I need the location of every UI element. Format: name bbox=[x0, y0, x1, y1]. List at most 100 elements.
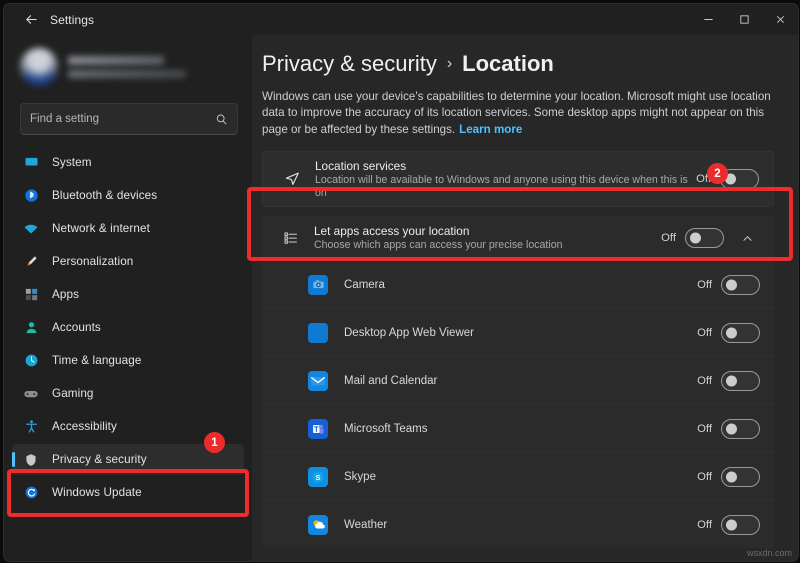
sidebar-item-personalization[interactable]: Personalization bbox=[12, 246, 244, 277]
app-toggle[interactable] bbox=[721, 514, 760, 535]
app-toggle[interactable] bbox=[721, 370, 760, 391]
annotation-badge-1: 1 bbox=[204, 432, 225, 453]
accessibility-icon bbox=[20, 419, 42, 434]
sidebar-item-apps[interactable]: Apps bbox=[12, 279, 244, 310]
personalization-icon bbox=[20, 254, 42, 270]
profile-name bbox=[68, 56, 164, 65]
sidebar-item-accounts[interactable]: Accounts bbox=[12, 312, 244, 343]
sidebar-item-label: Time & language bbox=[52, 354, 142, 367]
back-button[interactable] bbox=[16, 8, 46, 32]
network-icon bbox=[20, 221, 42, 237]
windows-update-icon bbox=[20, 485, 42, 500]
settings-cards: Location services Location will be avail… bbox=[262, 151, 798, 549]
app-toggle-group[interactable]: Off bbox=[697, 370, 760, 391]
shield-icon bbox=[20, 453, 42, 467]
user-profile[interactable] bbox=[20, 41, 252, 93]
sidebar-item-label: Apps bbox=[52, 288, 80, 301]
app-toggle-group[interactable]: Off bbox=[697, 418, 760, 439]
sidebar-item-network-internet[interactable]: Network & internet bbox=[12, 213, 244, 244]
location-services-title: Location services bbox=[315, 158, 407, 173]
camera-app-icon bbox=[308, 274, 328, 295]
app-name: Camera bbox=[344, 278, 385, 291]
microsoft-teams-app-icon bbox=[308, 418, 328, 439]
app-toggle-state: Off bbox=[697, 278, 712, 291]
toggle-knob bbox=[726, 423, 737, 435]
app-toggle-state: Off bbox=[697, 374, 712, 387]
sidebar-item-label: Accounts bbox=[52, 321, 101, 334]
system-icon bbox=[20, 155, 42, 170]
app-toggle-state: Off bbox=[697, 470, 712, 483]
sidebar-nav: System Bluetooth & devices Network & int… bbox=[4, 147, 252, 510]
toggle-knob bbox=[726, 519, 737, 531]
app-toggle-state: Off bbox=[697, 326, 712, 339]
location-services-text: Location services Location will be avail… bbox=[315, 159, 696, 200]
toggle-knob bbox=[690, 232, 701, 244]
sidebar-item-label: Bluetooth & devices bbox=[52, 189, 158, 202]
sidebar-item-label: Privacy & security bbox=[52, 453, 147, 466]
apps-access-group: Let apps access your location Choose whi… bbox=[262, 216, 774, 549]
app-toggle-group[interactable]: Off bbox=[697, 466, 760, 487]
list-icon bbox=[278, 230, 304, 246]
app-toggle-state: Off bbox=[697, 422, 712, 435]
app-row-desktop-app-web-viewer[interactable]: Desktop App Web Viewer Off bbox=[262, 309, 774, 358]
app-row-mail-and-calendar[interactable]: Mail and Calendar Off bbox=[262, 357, 774, 406]
apps-access-toggle-group[interactable]: Off bbox=[661, 228, 724, 249]
sidebar-item-label: Windows Update bbox=[52, 486, 142, 499]
app-toggle-group[interactable]: Off bbox=[697, 322, 760, 343]
sidebar-item-label: Gaming bbox=[52, 387, 94, 400]
learn-more-link[interactable]: Learn more bbox=[459, 123, 522, 136]
app-toggle[interactable] bbox=[721, 322, 760, 343]
app-name: Microsoft Teams bbox=[344, 422, 428, 435]
apps-access-toggle[interactable] bbox=[685, 228, 724, 249]
app-row-microsoft-teams[interactable]: Microsoft Teams Off bbox=[262, 405, 774, 454]
window-controls bbox=[690, 4, 798, 35]
sidebar-item-label: Accessibility bbox=[52, 420, 117, 433]
main-content: Privacy & security › Location Windows ca… bbox=[252, 35, 798, 561]
profile-text bbox=[68, 56, 186, 78]
svg-text:S: S bbox=[315, 473, 320, 482]
toggle-knob bbox=[726, 471, 737, 483]
sidebar-item-windows-update[interactable]: Windows Update bbox=[12, 477, 244, 508]
profile-email bbox=[68, 70, 186, 78]
app-name: Desktop App Web Viewer bbox=[344, 326, 474, 339]
app-row-skype[interactable]: S Skype Off bbox=[262, 453, 774, 502]
app-toggle[interactable] bbox=[721, 274, 760, 295]
app-row-camera[interactable]: Camera Off bbox=[262, 261, 774, 310]
breadcrumb: Privacy & security › Location bbox=[262, 51, 798, 77]
maximize-icon bbox=[739, 15, 749, 24]
sidebar-item-gaming[interactable]: Gaming bbox=[12, 378, 244, 409]
app-toggle[interactable] bbox=[721, 418, 760, 439]
sidebar-item-time-language[interactable]: Time & language bbox=[12, 345, 244, 376]
selection-indicator bbox=[12, 452, 15, 467]
location-services-card[interactable]: Location services Location will be avail… bbox=[262, 151, 774, 208]
search-box[interactable] bbox=[20, 103, 238, 135]
breadcrumb-root-link[interactable]: Privacy & security bbox=[262, 51, 437, 77]
app-toggle-group[interactable]: Off bbox=[697, 514, 760, 535]
apps-access-header[interactable]: Let apps access your location Choose whi… bbox=[262, 216, 774, 262]
app-toggle-group[interactable]: Off bbox=[697, 274, 760, 295]
close-button[interactable] bbox=[762, 4, 798, 35]
accounts-icon bbox=[20, 320, 42, 335]
apps-access-toggle-state: Off bbox=[661, 232, 676, 245]
chevron-up-icon[interactable] bbox=[734, 225, 760, 251]
app-toggle[interactable] bbox=[721, 466, 760, 487]
app-toggle-state: Off bbox=[697, 518, 712, 531]
sidebar-item-system[interactable]: System bbox=[12, 147, 244, 178]
close-icon bbox=[776, 15, 784, 24]
settings-window: Settings Find a setting System Bluetooth… bbox=[3, 3, 799, 562]
maximize-button[interactable] bbox=[726, 4, 762, 35]
app-row-weather[interactable]: Weather Off bbox=[262, 501, 774, 548]
gaming-icon bbox=[20, 386, 42, 402]
apps-access-text: Let apps access your location Choose whi… bbox=[314, 224, 661, 252]
apps-access-subtitle: Choose which apps can access your precis… bbox=[314, 239, 563, 252]
minimize-button[interactable] bbox=[690, 4, 726, 35]
app-name: Skype bbox=[344, 470, 376, 483]
watermark: wsxdn.com bbox=[746, 548, 792, 558]
skype-app-icon: S bbox=[308, 466, 328, 487]
sidebar-item-label: Personalization bbox=[52, 255, 134, 268]
sidebar-item-label: Network & internet bbox=[52, 222, 150, 235]
toggle-knob bbox=[726, 279, 737, 291]
sidebar-item-bluetooth-devices[interactable]: Bluetooth & devices bbox=[12, 180, 244, 211]
search-input[interactable] bbox=[30, 113, 215, 125]
desktop-app-web-viewer-icon bbox=[308, 322, 328, 343]
